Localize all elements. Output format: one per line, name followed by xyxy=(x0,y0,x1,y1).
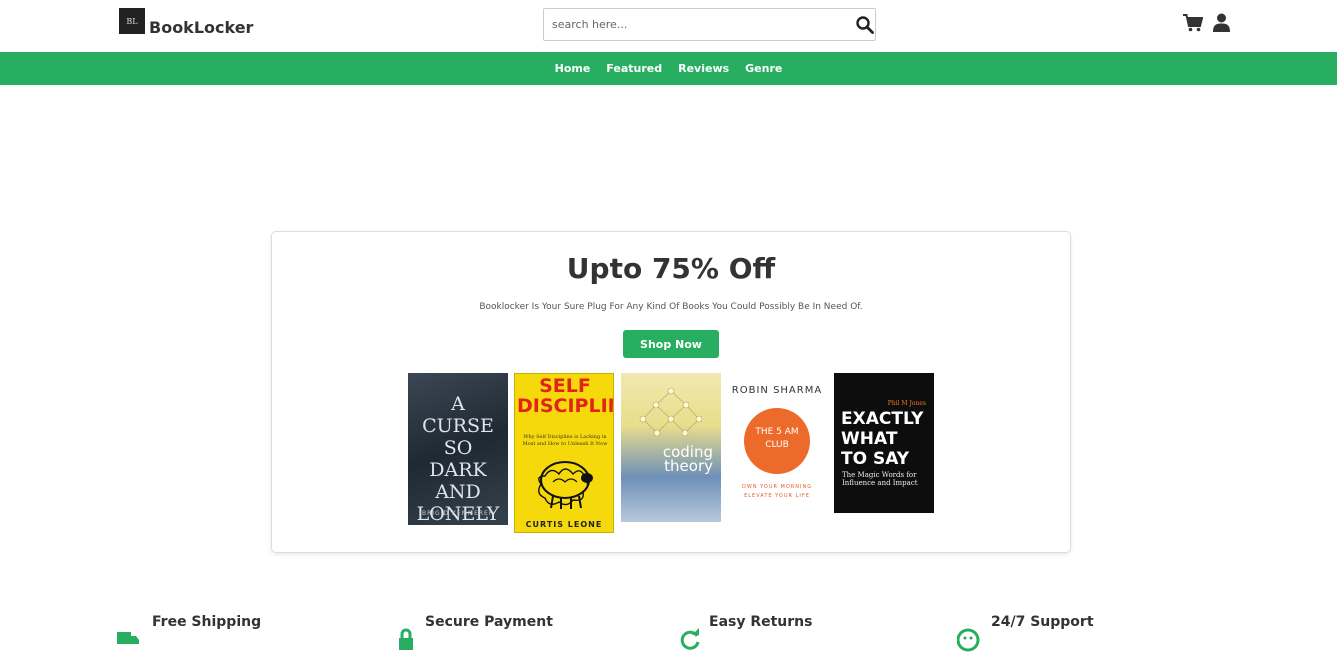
hero-subtitle: Booklocker Is Your Sure Plug For Any Kin… xyxy=(479,302,863,312)
book-author: Phil M Jones xyxy=(887,400,926,407)
nav-genre[interactable]: Genre xyxy=(745,62,782,75)
book-tagline: OWN YOUR MORNING ELEVATE YOUR LIFE xyxy=(741,484,813,499)
logo-mark: BL xyxy=(119,8,145,34)
user-icon[interactable] xyxy=(1213,13,1230,32)
truck-icon xyxy=(117,632,139,644)
search-box xyxy=(543,8,876,41)
logo[interactable]: BL BookLocker xyxy=(119,8,254,37)
book-author: ROBIN SHARMA xyxy=(731,385,823,396)
redo-icon xyxy=(680,628,700,650)
sheep-illustration xyxy=(538,461,593,509)
nav-home[interactable]: Home xyxy=(555,62,591,75)
feature-label: Easy Returns xyxy=(709,614,813,630)
cart-icon[interactable] xyxy=(1183,14,1203,32)
book-title: A CURSE SO DARK AND LONELY xyxy=(416,393,500,525)
feature-label: Secure Payment xyxy=(425,614,553,630)
lock-icon xyxy=(399,628,413,650)
book-title: THE 5 AM CLUB xyxy=(755,427,799,450)
nav-reviews[interactable]: Reviews xyxy=(678,62,729,75)
shop-now-button[interactable]: Shop Now xyxy=(623,330,719,358)
book-title: SELF DISCIPLINE xyxy=(517,375,613,417)
search-input[interactable] xyxy=(544,9,844,40)
book-author: CURTIS LEONE xyxy=(525,520,603,529)
features-row: Free Shipping Secure Payment Easy Return… xyxy=(0,610,1337,652)
search-icon[interactable] xyxy=(855,15,875,35)
hero-banner: Upto 75% Off Booklocker Is Your Sure Plu… xyxy=(271,231,1071,553)
header: BL BookLocker xyxy=(0,0,1337,52)
feature-label: 24/7 Support xyxy=(991,614,1094,630)
book-author: BRIGID KEMMERER xyxy=(422,510,494,517)
book-title: EXACTLY WHAT TO SAY xyxy=(841,409,924,469)
book-subtitle: Why Self Discipline is Lacking in Most a… xyxy=(522,434,608,447)
book-title: coding theory xyxy=(662,443,713,475)
network-illustration xyxy=(639,387,703,437)
feature-label: Free Shipping xyxy=(152,614,262,630)
book-cover[interactable]: ROBIN SHARMA THE 5 AM CLUB OWN YOUR MORN… xyxy=(727,373,827,521)
brand-name: BookLocker xyxy=(149,18,254,37)
hero-title: Upto 75% Off xyxy=(566,252,776,285)
book-cover[interactable]: Phil M Jones EXACTLY WHAT TO SAY The Mag… xyxy=(834,373,934,513)
book-cover[interactable]: A CURSE SO DARK AND LONELY BRIGID KEMMER… xyxy=(408,373,508,525)
main-nav: Home Featured Reviews Genre xyxy=(0,52,1337,85)
book-cover[interactable]: SELF DISCIPLINE Why Self Discipline is L… xyxy=(514,373,614,533)
book-subtitle: The Magic Words for Influence and Impact xyxy=(842,471,918,487)
book-cover[interactable]: coding theory xyxy=(621,373,721,522)
headset-icon xyxy=(957,628,980,652)
nav-featured[interactable]: Featured xyxy=(606,62,662,75)
book-title-circle: THE 5 AM CLUB xyxy=(744,408,810,474)
